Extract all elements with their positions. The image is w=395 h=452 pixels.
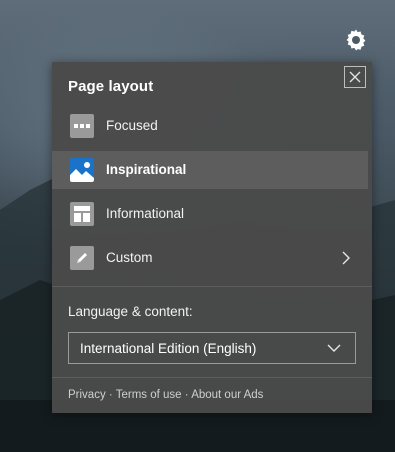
chevron-down-icon <box>327 344 341 352</box>
separator: · <box>108 389 113 401</box>
language-label: Language & content: <box>68 304 193 319</box>
inspirational-layout-icon <box>70 158 94 182</box>
page-layout-panel: Page layout Focused Inspirational Inform… <box>52 62 372 413</box>
chevron-right-icon <box>342 251 350 265</box>
layout-option-inspirational[interactable]: Inspirational <box>52 151 368 189</box>
privacy-link[interactable]: Privacy <box>68 389 106 401</box>
layout-option-custom[interactable]: Custom <box>52 239 368 277</box>
language-select[interactable]: International Edition (English) <box>68 332 356 364</box>
footer-links: Privacy · Terms of use · About our Ads <box>68 389 263 401</box>
divider <box>52 377 372 378</box>
terms-of-use-link[interactable]: Terms of use <box>116 389 182 401</box>
layout-option-label: Focused <box>106 118 158 133</box>
layout-option-focused[interactable]: Focused <box>52 107 368 145</box>
about-our-ads-link[interactable]: About our Ads <box>191 389 263 401</box>
separator: · <box>184 389 189 401</box>
informational-layout-icon <box>70 202 94 226</box>
pencil-icon <box>70 246 94 270</box>
close-button[interactable] <box>344 66 366 88</box>
layout-option-label: Inspirational <box>106 162 187 177</box>
layout-option-informational[interactable]: Informational <box>52 195 368 233</box>
panel-title: Page layout <box>68 78 154 95</box>
layout-option-label: Informational <box>106 206 185 221</box>
gear-icon[interactable] <box>344 28 368 52</box>
language-select-value: International Edition (English) <box>80 341 257 356</box>
layout-option-label: Custom <box>106 250 153 265</box>
divider <box>52 286 372 287</box>
focused-layout-icon <box>70 114 94 138</box>
close-icon <box>349 71 361 83</box>
